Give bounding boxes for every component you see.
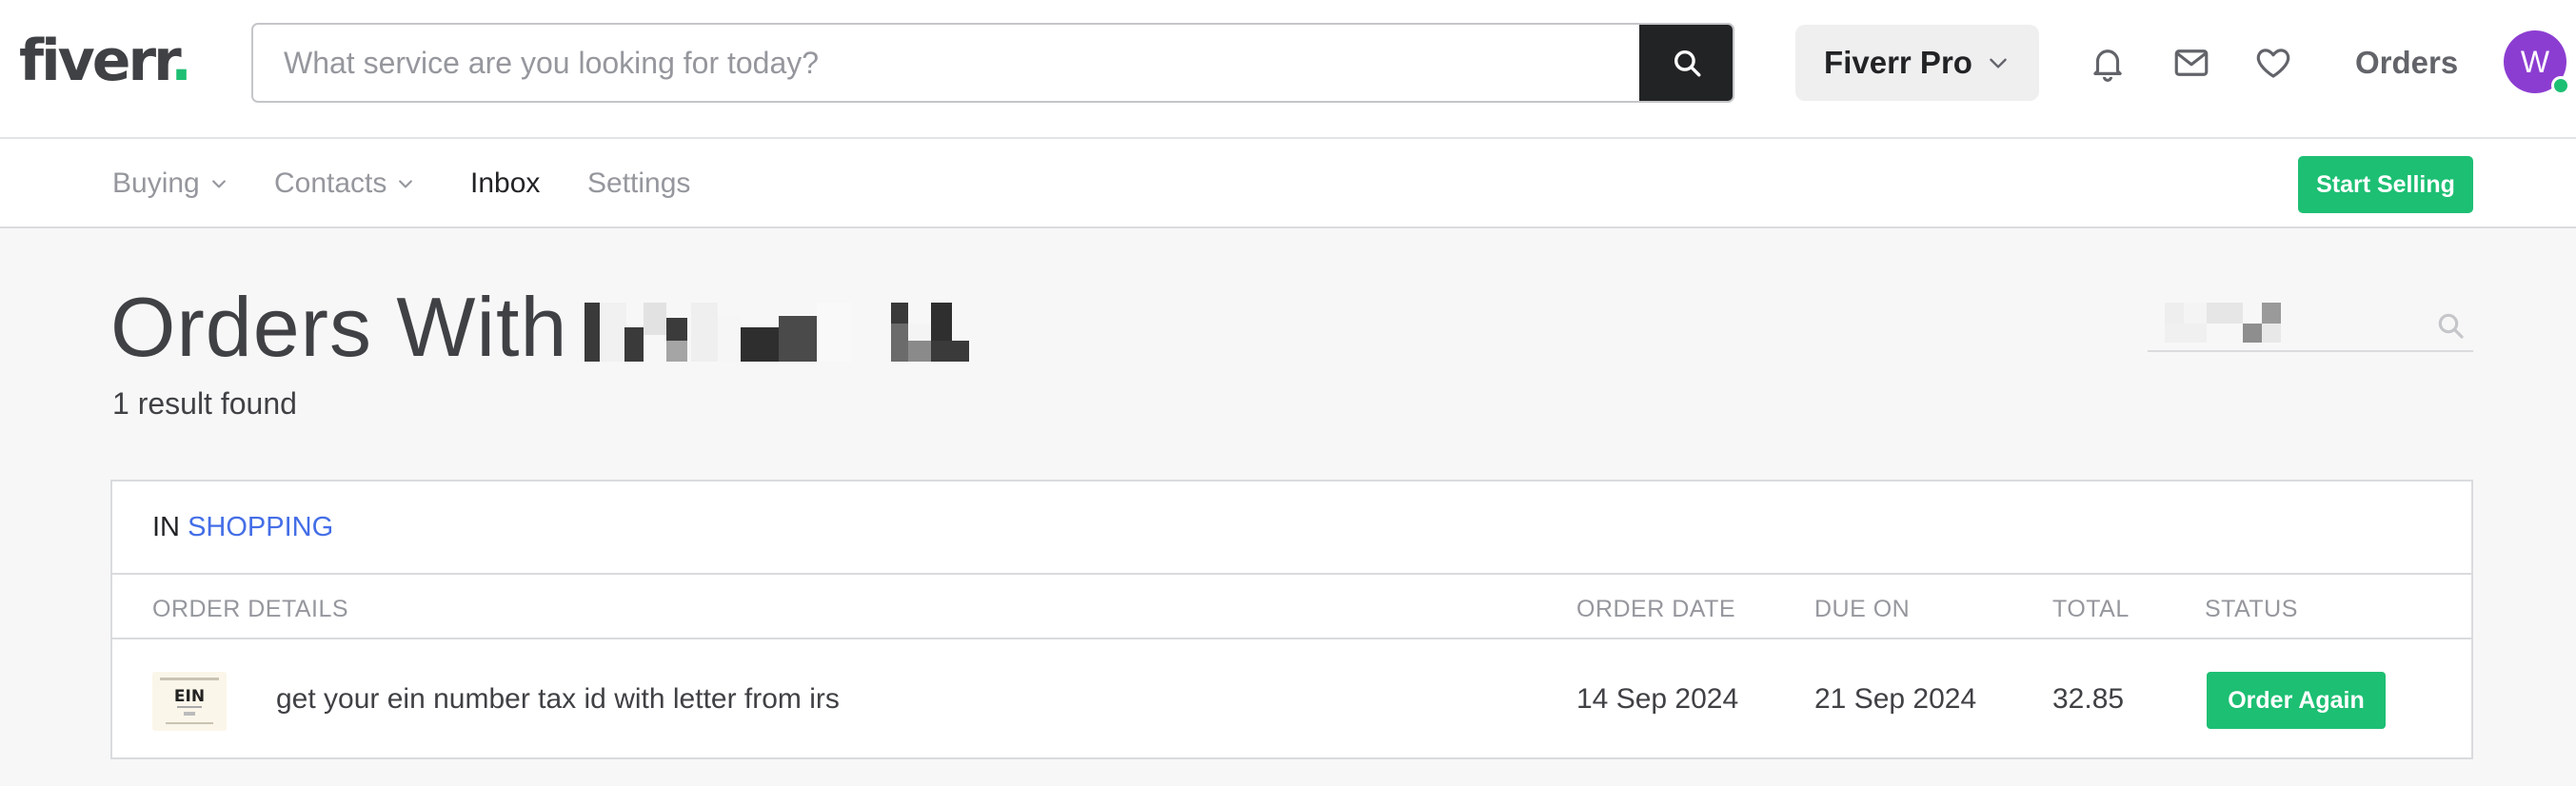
bell-icon bbox=[2093, 49, 2122, 82]
orders-table: IN SHOPPING ORDER DETAILS ORDER DATE DUE… bbox=[110, 480, 2473, 759]
avatar-initial: W bbox=[2520, 44, 2550, 79]
subnav-item-buying[interactable]: Buying bbox=[112, 166, 228, 202]
table-header: ORDER DETAILS ORDER DATE DUE ON TOTAL ST… bbox=[112, 575, 2471, 639]
fiverr-logo[interactable]: fiverr. bbox=[19, 23, 192, 99]
orders-link[interactable]: Orders bbox=[2355, 42, 2458, 84]
order-date-value: 14 Sep 2024 bbox=[1576, 683, 1739, 715]
subnav-item-contacts[interactable]: Contacts bbox=[274, 166, 415, 202]
result-count: 1 result found bbox=[112, 386, 297, 421]
svg-text:EIN: EIN bbox=[174, 687, 205, 706]
chevron-down-icon bbox=[211, 180, 226, 188]
due-on-value: 21 Sep 2024 bbox=[1814, 683, 1977, 715]
chevron-down-icon bbox=[1990, 58, 2007, 69]
search-icon bbox=[1674, 49, 1701, 77]
in-label: IN bbox=[152, 512, 180, 542]
chevron-down-icon bbox=[399, 180, 413, 188]
search-bar bbox=[251, 23, 1734, 103]
col-due-on: DUE ON bbox=[1814, 596, 1911, 622]
notifications-button[interactable] bbox=[2087, 42, 2129, 84]
redacted-search-text bbox=[2165, 303, 2281, 343]
col-total: TOTAL bbox=[2052, 596, 2130, 622]
category-link[interactable]: SHOPPING bbox=[188, 512, 333, 542]
search-input[interactable] bbox=[253, 25, 1643, 101]
category-header: IN SHOPPING bbox=[112, 481, 2471, 575]
col-status: STATUS bbox=[2205, 596, 2298, 622]
search-button[interactable] bbox=[1639, 25, 1733, 101]
redacted-username bbox=[585, 303, 969, 362]
gig-thumbnail-image: EIN bbox=[152, 672, 227, 731]
messages-button[interactable] bbox=[2170, 42, 2212, 84]
fiverr-pro-dropdown[interactable]: Fiverr Pro bbox=[1795, 25, 2039, 101]
subnav-item-inbox[interactable]: Inbox bbox=[470, 166, 540, 202]
gig-thumbnail[interactable]: EIN bbox=[152, 672, 227, 731]
avatar[interactable]: W bbox=[2504, 30, 2570, 95]
heart-icon bbox=[2256, 49, 2290, 78]
fiverr-pro-label: Fiverr Pro bbox=[1824, 45, 1972, 80]
search-icon bbox=[2438, 313, 2464, 339]
subnav-item-settings[interactable]: Settings bbox=[587, 166, 690, 202]
total-value: 32.85 bbox=[2052, 683, 2125, 715]
favorites-button[interactable] bbox=[2252, 42, 2294, 84]
col-order-details: ORDER DETAILS bbox=[152, 596, 349, 622]
order-details-title[interactable]: get your ein number tax id with letter f… bbox=[276, 683, 840, 716]
start-selling-button[interactable]: Start Selling bbox=[2298, 156, 2473, 213]
page-title: Orders With bbox=[110, 280, 568, 374]
online-status-dot bbox=[2551, 76, 2570, 95]
top-header: fiverr. Fiverr Pro Orders W bbox=[0, 0, 2576, 139]
mail-icon bbox=[2174, 49, 2209, 76]
table-row[interactable]: EIN get your ein number tax id with lett… bbox=[112, 639, 2471, 759]
order-again-button[interactable]: Order Again bbox=[2207, 672, 2386, 729]
orders-search-field[interactable] bbox=[2148, 297, 2473, 352]
sub-navigation: Buying Contacts Inbox Settings Start Sel… bbox=[0, 139, 2576, 228]
col-order-date: ORDER DATE bbox=[1576, 596, 1736, 622]
